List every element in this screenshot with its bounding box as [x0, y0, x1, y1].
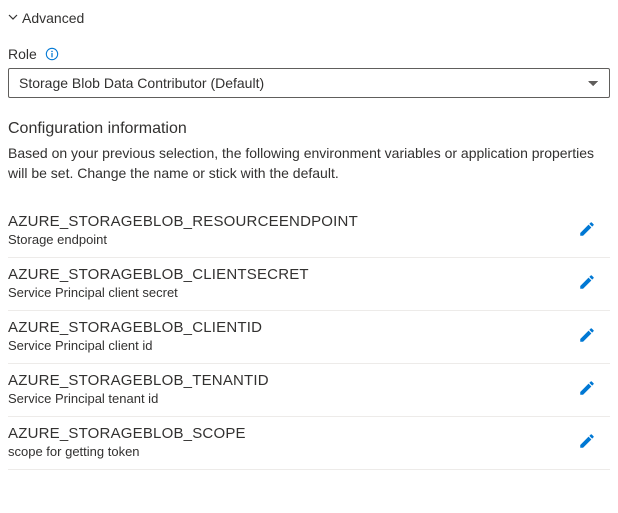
configuration-list: AZURE_STORAGEBLOB_RESOURCEENDPOINT Storag… [8, 205, 610, 470]
chevron-down-icon [8, 12, 18, 25]
pencil-icon [578, 432, 596, 453]
config-row: AZURE_STORAGEBLOB_SCOPEscope for getting… [8, 417, 610, 470]
config-variable-name: AZURE_STORAGEBLOB_RESOURCEENDPOINT [8, 213, 568, 230]
config-row: AZURE_STORAGEBLOB_TENANTID Service Princi… [8, 364, 610, 417]
edit-button[interactable] [568, 375, 606, 404]
config-variable-name: AZURE_STORAGEBLOB_CLIENTSECRET [8, 266, 568, 283]
config-variable-description: Service Principal tenant id [8, 391, 568, 406]
advanced-section-label: Advanced [22, 10, 84, 26]
config-row: AZURE_STORAGEBLOB_RESOURCEENDPOINT Storag… [8, 205, 610, 258]
edit-button[interactable] [568, 216, 606, 245]
config-variable-description: Service Principal client secret [8, 285, 568, 300]
config-row: AZURE_STORAGEBLOB_CLIENTSECRET Service Pr… [8, 258, 610, 311]
config-variable-name: AZURE_STORAGEBLOB_TENANTID [8, 372, 568, 389]
config-row-text: AZURE_STORAGEBLOB_CLIENTID Service Princi… [8, 319, 568, 353]
config-row-text: AZURE_STORAGEBLOB_SCOPEscope for getting… [8, 425, 568, 459]
advanced-section-toggle[interactable]: Advanced [8, 10, 610, 26]
config-row-text: AZURE_STORAGEBLOB_TENANTID Service Princi… [8, 372, 568, 406]
config-variable-description: scope for getting token [8, 444, 568, 459]
configuration-heading: Configuration information [8, 120, 610, 138]
config-variable-name: AZURE_STORAGEBLOB_CLIENTID [8, 319, 568, 336]
config-variable-name: AZURE_STORAGEBLOB_SCOPE [8, 425, 568, 442]
config-row-text: AZURE_STORAGEBLOB_RESOURCEENDPOINT Storag… [8, 213, 568, 247]
pencil-icon [578, 326, 596, 347]
pencil-icon [578, 379, 596, 400]
configuration-description: Based on your previous selection, the fo… [8, 144, 610, 183]
config-row-text: AZURE_STORAGEBLOB_CLIENTSECRET Service Pr… [8, 266, 568, 300]
config-row: AZURE_STORAGEBLOB_CLIENTID Service Princi… [8, 311, 610, 364]
config-variable-description: Storage endpoint [8, 232, 568, 247]
info-icon[interactable] [45, 47, 59, 61]
pencil-icon [578, 220, 596, 241]
edit-button[interactable] [568, 428, 606, 457]
role-select[interactable]: Storage Blob Data Contributor (Default) [8, 68, 610, 98]
edit-button[interactable] [568, 322, 606, 351]
pencil-icon [578, 273, 596, 294]
edit-button[interactable] [568, 269, 606, 298]
role-field-label: Role [8, 46, 37, 62]
config-variable-description: Service Principal client id [8, 338, 568, 353]
